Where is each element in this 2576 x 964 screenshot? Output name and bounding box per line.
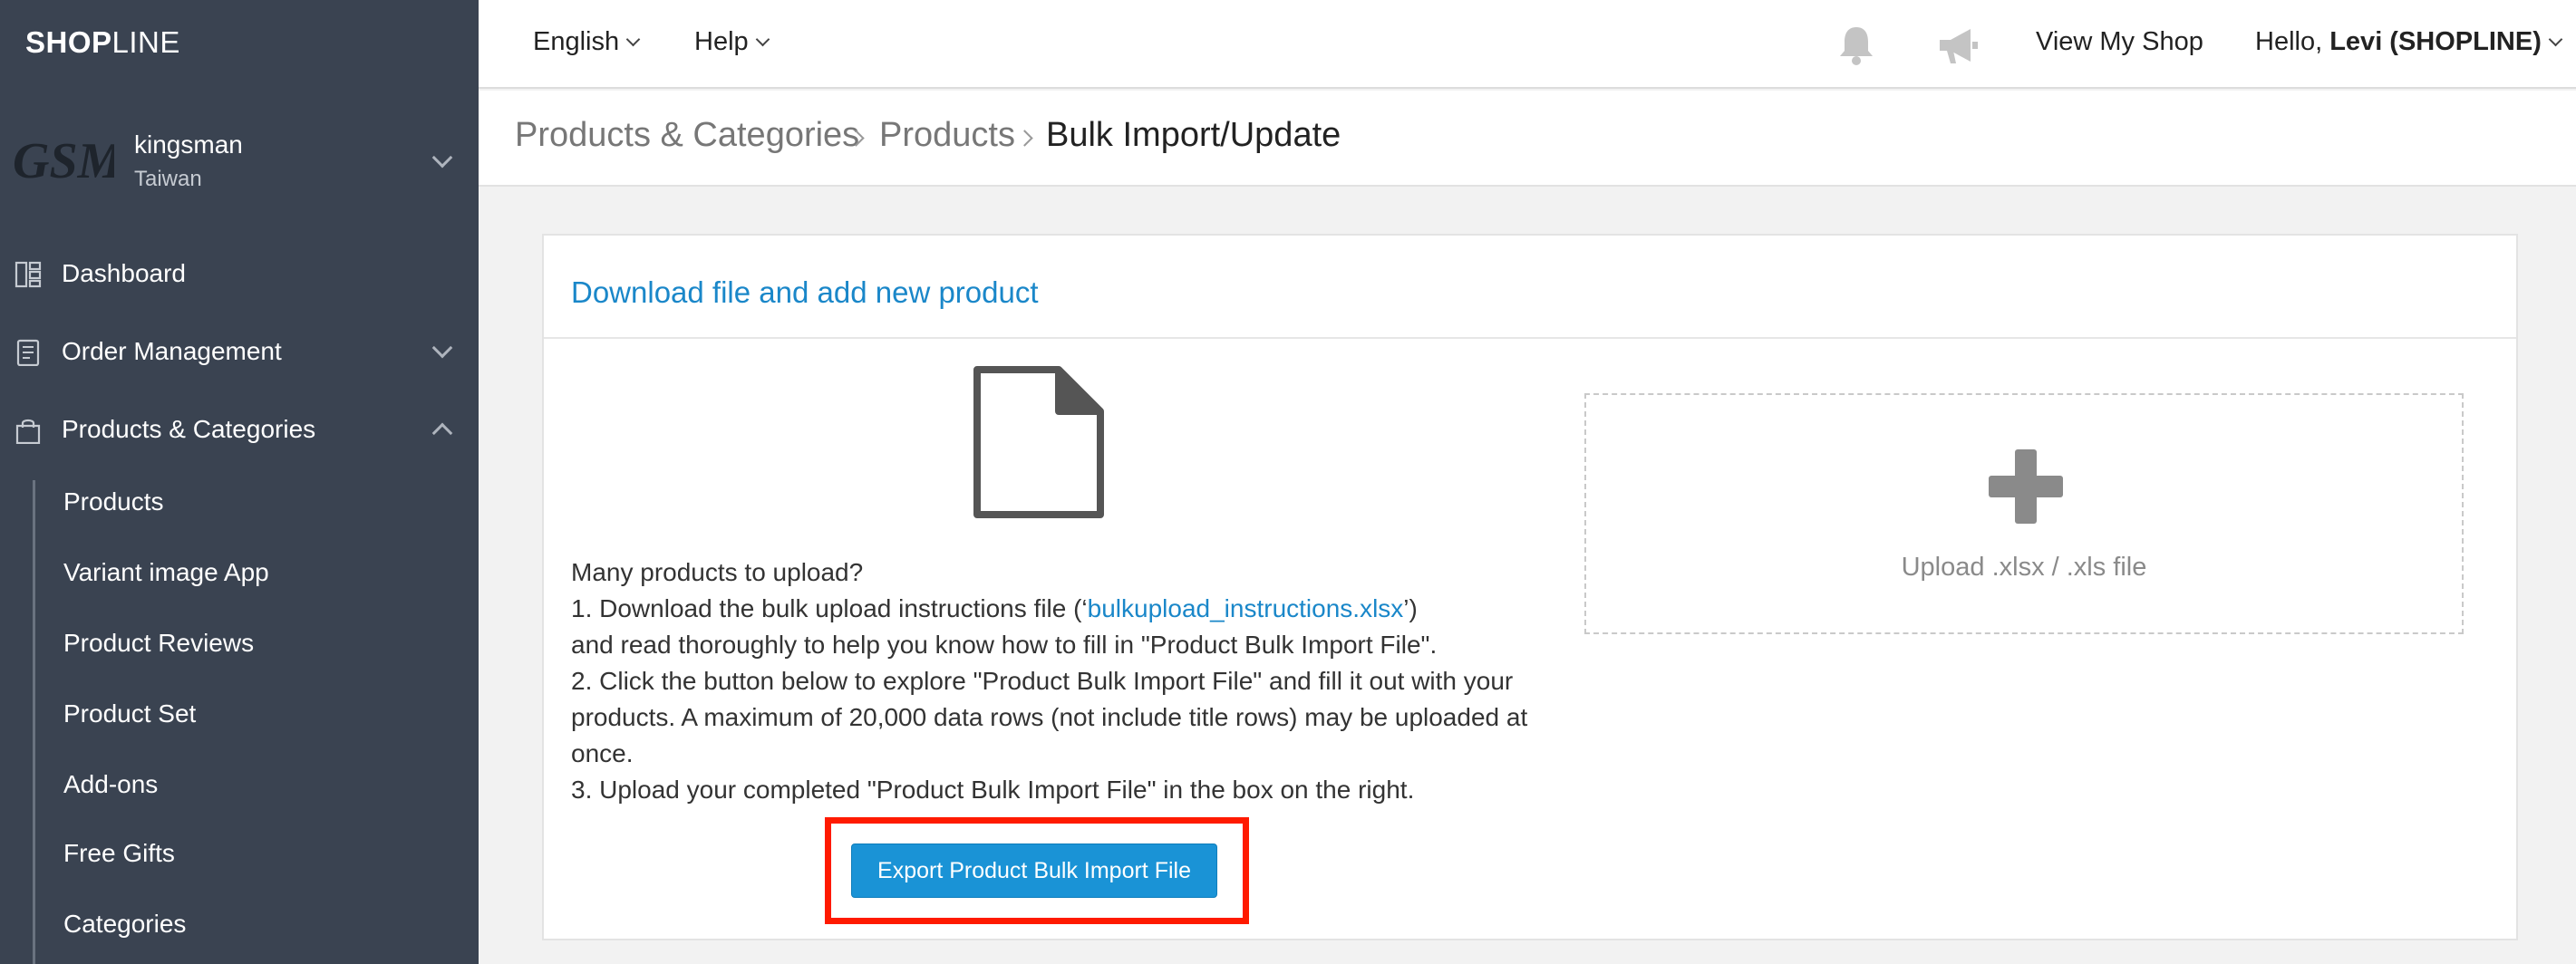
export-bulk-import-button[interactable]: Export Product Bulk Import File (851, 844, 1217, 898)
user-menu[interactable]: Hello, Levi (SHOPLINE) (2255, 27, 2563, 57)
chevron-down-icon (625, 32, 641, 47)
breadcrumb-bulk-import: Bulk Import/Update (1046, 116, 1341, 154)
sidebar-item-order-management[interactable]: Order Management (0, 319, 479, 384)
sidebar-item-label: Dashboard (62, 259, 186, 287)
shopping-bag-icon (15, 419, 41, 444)
chevron-down-icon (755, 32, 770, 47)
dashboard-icon (15, 261, 42, 288)
clipboard-icon (16, 339, 40, 366)
sidebar-subitem-product-set[interactable]: Product Set (0, 683, 479, 745)
breadcrumb-products[interactable]: Products (879, 116, 1015, 155)
bell-icon[interactable] (1833, 22, 1880, 69)
chevron-down-icon (431, 147, 453, 169)
file-icon (973, 366, 1104, 518)
bulk-import-panel: Download file and add new product Many p… (542, 234, 2518, 940)
sidebar-item-products-categories[interactable]: Products & Categories (0, 397, 479, 462)
sidebar-subitem-label: Free Gifts (63, 839, 175, 867)
upload-label: Upload .xlsx / .xls file (1901, 553, 2147, 582)
upload-dropzone[interactable]: Upload .xlsx / .xls file (1584, 393, 2464, 634)
chevron-down-icon (2548, 32, 2563, 47)
instructions-text: Many products to upload? 1. Download the… (571, 554, 1550, 808)
sidebar-subitem-categories[interactable]: Categories (0, 893, 479, 955)
shop-switcher[interactable]: GSM kingsman Taiwan (0, 114, 479, 208)
shop-logo: GSM (13, 133, 114, 189)
instructions-step-1: 1. Download the bulk upload instructions… (571, 594, 1418, 622)
instructions-file-link[interactable]: bulkupload_instructions.xlsx (1088, 594, 1404, 622)
panel-header: Download file and add new product (544, 236, 2516, 339)
chevron-down-icon (431, 337, 453, 359)
instructions-step-1-detail: and read thoroughly to help you know how… (571, 631, 1438, 659)
greeting-text: Hello, (2255, 27, 2323, 56)
help-label: Help (694, 27, 749, 56)
sidebar-item-label: Products & Categories (62, 415, 316, 443)
chevron-right-icon (1016, 130, 1033, 147)
user-name: Levi (SHOPLINE) (2329, 27, 2542, 56)
sidebar-subitem-label: Variant image App (63, 558, 269, 586)
sidebar-subitem-label: Add-ons (63, 770, 159, 798)
breadcrumb-products-categories[interactable]: Products & Categories (515, 116, 859, 155)
sidebar-subitem-products[interactable]: Products (0, 471, 479, 533)
instructions-intro: Many products to upload? (571, 558, 864, 586)
language-label: English (533, 27, 620, 56)
sidebar-subitem-label: Product Reviews (63, 629, 255, 657)
panel-title: Download file and add new product (571, 275, 1039, 309)
instructions-step-2: 2. Click the button below to explore "Pr… (571, 667, 1528, 767)
sidebar-subitem-free-gifts[interactable]: Free Gifts (0, 823, 479, 884)
shop-region: Taiwan (134, 167, 202, 191)
instructions-step-3: 3. Upload your completed "Product Bulk I… (571, 776, 1415, 804)
shop-name: kingsman (134, 130, 243, 159)
sidebar-subitem-label: Product Set (63, 699, 197, 728)
help-dropdown[interactable]: Help (694, 27, 770, 57)
megaphone-icon[interactable] (1934, 22, 1981, 69)
sidebar-subitem-add-ons[interactable]: Add-ons (0, 754, 479, 815)
view-my-shop-link[interactable]: View My Shop (2036, 27, 2203, 57)
breadcrumb: Products & Categories Products Bulk Impo… (479, 91, 2576, 187)
sidebar-item-label: Order Management (62, 337, 282, 365)
sidebar-subitem-label: Products (63, 487, 164, 516)
top-bar: English Help View My Shop Hello, Levi (S… (479, 0, 2576, 89)
shopline-logo[interactable]: SHOPLINE (25, 25, 180, 60)
sidebar-subitem-label: Categories (63, 910, 187, 938)
chevron-up-icon (431, 422, 453, 444)
sidebar: SHOPLINE GSM kingsman Taiwan Dashboard O… (0, 0, 479, 964)
plus-icon (1989, 449, 2063, 524)
language-dropdown[interactable]: English (533, 27, 641, 57)
sidebar-subitem-product-reviews[interactable]: Product Reviews (0, 612, 479, 674)
sidebar-item-dashboard[interactable]: Dashboard (0, 241, 479, 306)
sidebar-subitem-variant-image-app[interactable]: Variant image App (0, 542, 479, 603)
highlight-box: Export Product Bulk Import File (825, 817, 1249, 924)
